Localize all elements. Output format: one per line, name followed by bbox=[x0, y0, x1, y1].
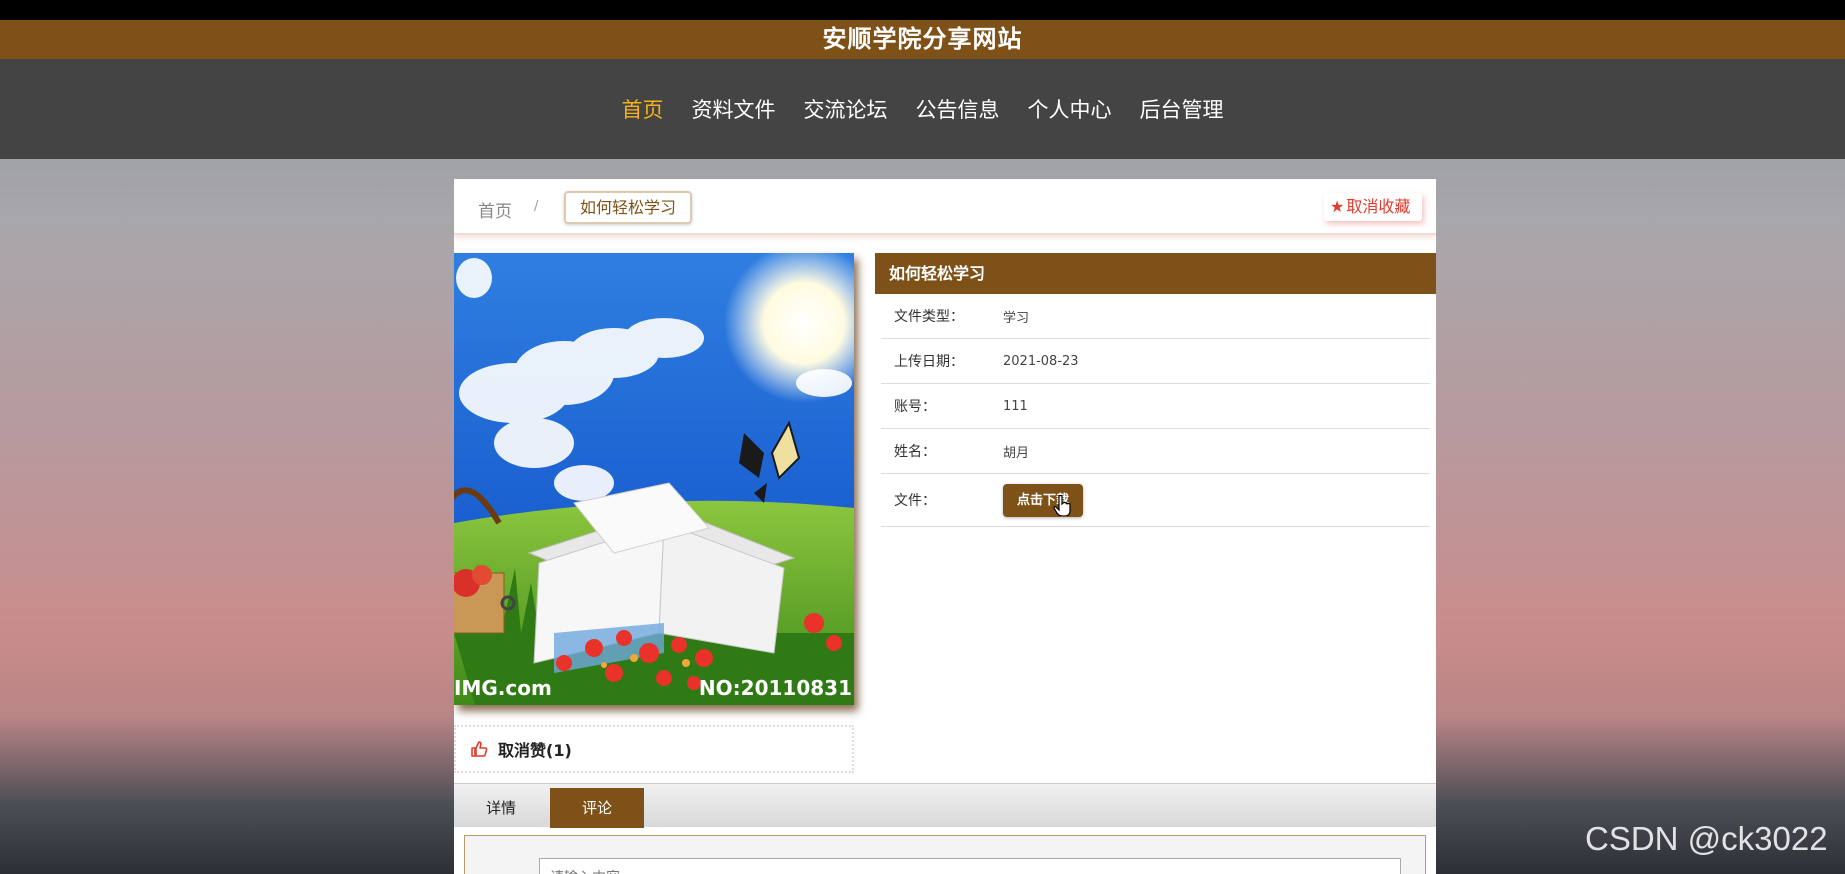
detail-value: 学习 bbox=[1003, 310, 1030, 326]
details-title: 如何轻松学习 bbox=[875, 253, 1436, 294]
main-nav: 首页 资料文件 交流论坛 公告信息 个人中心 后台管理 bbox=[0, 59, 1845, 159]
tab-details[interactable]: 详情 bbox=[454, 788, 548, 828]
nav-item-admin[interactable]: 后台管理 bbox=[1132, 88, 1232, 130]
detail-row-file: 文件： 点击下载 bbox=[881, 474, 1430, 527]
detail-label: 账号： bbox=[894, 399, 936, 415]
comment-input[interactable] bbox=[539, 858, 1401, 874]
download-button[interactable]: 点击下载 bbox=[1003, 483, 1084, 517]
nav-item-profile[interactable]: 个人中心 bbox=[1020, 88, 1120, 130]
content-panel: 首页 / 如何轻松学习 ★ 取消收藏 IMG.com NO:20110831 取… bbox=[454, 179, 1436, 874]
detail-label: 文件： bbox=[894, 493, 936, 509]
detail-value: 2021-08-23 bbox=[1003, 353, 1079, 369]
like-label: 取消赞(1) bbox=[498, 741, 572, 760]
detail-row-type: 文件类型： 学习 bbox=[881, 294, 1430, 339]
top-strip bbox=[0, 0, 1845, 20]
nav-item-forum[interactable]: 交流论坛 bbox=[796, 88, 896, 130]
breadcrumb-current: 如何轻松学习 bbox=[564, 191, 693, 224]
breadcrumb-home[interactable]: 首页 bbox=[478, 197, 512, 222]
unfavorite-button[interactable]: ★ 取消收藏 bbox=[1324, 193, 1423, 221]
watermark-left: IMG.com bbox=[454, 676, 552, 700]
tab-bar: 详情 评论 bbox=[454, 783, 1436, 828]
nav-item-notices[interactable]: 公告信息 bbox=[908, 88, 1008, 130]
detail-label: 姓名： bbox=[894, 444, 936, 460]
csdn-watermark: CSDN @ck3022 bbox=[1585, 820, 1828, 857]
nav-item-files[interactable]: 资料文件 bbox=[684, 88, 784, 130]
detail-value: 胡月 bbox=[1003, 445, 1030, 461]
nav-item-home[interactable]: 首页 bbox=[614, 88, 672, 130]
detail-row-name: 姓名： 胡月 bbox=[881, 429, 1430, 474]
file-cover-image: IMG.com NO:20110831 bbox=[454, 253, 854, 705]
unfavorite-label: 取消收藏 bbox=[1346, 197, 1411, 216]
thumbs-up-icon bbox=[470, 740, 488, 758]
site-title: 安顺学院分享网站 bbox=[0, 20, 1845, 59]
detail-label: 上传日期： bbox=[894, 354, 964, 370]
breadcrumb-separator: / bbox=[534, 199, 539, 214]
breadcrumb: 首页 / 如何轻松学习 ★ 取消收藏 bbox=[454, 179, 1436, 235]
file-details: 如何轻松学习 文件类型： 学习 上传日期： 2021-08-23 账号： 111… bbox=[875, 253, 1436, 527]
detail-label: 文件类型： bbox=[894, 309, 964, 325]
hand-cursor-icon bbox=[1053, 494, 1071, 516]
detail-row-date: 上传日期： 2021-08-23 bbox=[881, 339, 1430, 384]
detail-row-account: 账号： 111 bbox=[881, 384, 1430, 429]
tab-comments[interactable]: 评论 bbox=[550, 788, 644, 828]
star-icon: ★ bbox=[1330, 197, 1345, 216]
watermark-right: NO:20110831 bbox=[699, 676, 852, 700]
nav-list: 首页 资料文件 交流论坛 公告信息 个人中心 后台管理 bbox=[0, 59, 1845, 159]
cover-illustration: IMG.com NO:20110831 bbox=[454, 253, 854, 705]
comment-area bbox=[464, 835, 1426, 874]
detail-value: 111 bbox=[1003, 398, 1028, 414]
like-bar[interactable]: 取消赞(1) bbox=[454, 725, 854, 773]
